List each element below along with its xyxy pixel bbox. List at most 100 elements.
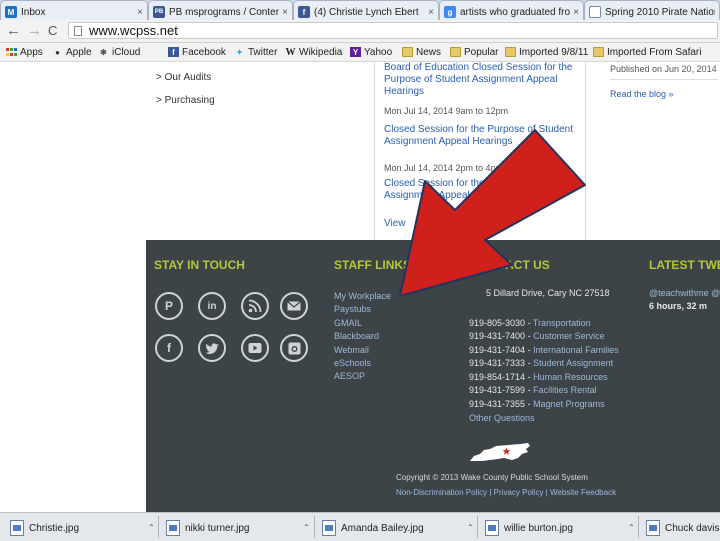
twitter-icon[interactable]: [198, 334, 226, 362]
close-icon[interactable]: ×: [573, 7, 579, 18]
staff-link-aesop[interactable]: AESOP: [334, 371, 365, 381]
chevron-up-icon[interactable]: ⌃: [628, 523, 635, 532]
bookmark-wikipedia[interactable]: W Wikipedia: [285, 45, 343, 59]
download-filename: Christie.jpg: [29, 522, 80, 534]
staff-link-eschools[interactable]: eSchools: [334, 358, 371, 368]
image-file-icon: [485, 520, 499, 536]
read-blog-link[interactable]: Read the blog »: [610, 89, 674, 99]
apps-icon: [6, 47, 17, 57]
department-link[interactable]: Facilities Rental: [533, 385, 597, 395]
bookmark-label: Facebook: [182, 46, 226, 58]
staff-links-heading: STAFF LINKS: [334, 258, 412, 272]
download-item[interactable]: Amanda Bailey.jpg: [322, 517, 424, 539]
forward-button[interactable]: →: [27, 22, 42, 40]
phone-magnet-programs: 919-431-7355 - Magnet Programs: [469, 399, 605, 409]
bookmark-folder-imported-safari[interactable]: Imported From Safari: [593, 45, 701, 59]
bookmark-twitter[interactable]: ✦ Twitter: [234, 45, 277, 59]
chevron-up-icon[interactable]: ⌃: [148, 523, 155, 532]
tab-inbox[interactable]: M Inbox ×: [0, 0, 148, 20]
bookmark-label: News: [416, 46, 442, 58]
events-list: Board of Education Closed Session for th…: [374, 62, 586, 240]
download-item[interactable]: Chuck davis.jpg: [646, 517, 720, 539]
pb-icon: PB: [153, 6, 165, 18]
bookmark-apple[interactable]: ● Apple: [52, 45, 92, 59]
bookmark-label: Imported From Safari: [607, 46, 702, 58]
linkedin-icon[interactable]: in: [198, 292, 226, 320]
other-questions-link[interactable]: Other Questions: [469, 413, 535, 423]
pinterest-icon[interactable]: P: [155, 292, 183, 320]
event-title[interactable]: Closed Session for the Purpose of Studen…: [384, 124, 579, 148]
view-more-link[interactable]: View: [384, 218, 414, 230]
staff-link-paystubs[interactable]: Paystubs: [334, 304, 371, 314]
address-bar[interactable]: www.wcpss.net: [68, 22, 718, 39]
staff-link-webmail[interactable]: Webmail: [334, 345, 369, 355]
phone-facilities-rental: 919-431-7599 - Facilities Rental: [469, 385, 597, 395]
close-icon[interactable]: ×: [137, 7, 143, 18]
bookmark-folder-news[interactable]: News: [402, 45, 441, 59]
back-button[interactable]: ←: [6, 22, 21, 40]
bookmark-apps[interactable]: Apps: [6, 45, 43, 59]
facebook-icon: f: [168, 47, 179, 57]
staff-link-my-workplace[interactable]: My Workplace: [334, 291, 391, 301]
staff-link-blackboard[interactable]: Blackboard: [334, 331, 379, 341]
facebook-icon[interactable]: f: [155, 334, 183, 362]
phone-student-assignment: 919-431-7333 - Student Assignment: [469, 358, 614, 368]
department-link[interactable]: International Families: [533, 345, 619, 355]
bookmark-facebook[interactable]: f Facebook: [168, 45, 226, 59]
tweet-time: 6 hours, 32 m: [649, 301, 708, 311]
department-link[interactable]: Human Resources: [533, 372, 608, 382]
department-link[interactable]: Customer Service: [533, 331, 605, 341]
tab-pb-msprograms[interactable]: PB PB msprograms / Content Up ×: [148, 0, 293, 20]
phone-number: 919-431-7404: [469, 345, 526, 355]
browser-toolbar: ← → C www.wcpss.net: [0, 20, 720, 43]
youtube-icon[interactable]: [241, 334, 269, 362]
contact-us-heading: CONTACT US: [472, 258, 550, 272]
event-title[interactable]: Board of Education Closed Session for th…: [384, 62, 579, 98]
nav-link-purchasing[interactable]: > Purchasing: [156, 95, 215, 106]
download-item[interactable]: nikki turner.jpg: [166, 517, 249, 539]
mail-icon: M: [5, 6, 17, 18]
download-item[interactable]: willie burton.jpg: [485, 517, 573, 539]
tab-pirate-nation[interactable]: Spring 2010 Pirate Nation: [584, 0, 720, 20]
tab-facebook[interactable]: f (4) Christie Lynch Ebert ×: [293, 0, 439, 20]
close-icon[interactable]: ×: [282, 7, 288, 18]
nav-link-our-audits[interactable]: > Our Audits: [156, 72, 211, 83]
divider: [610, 79, 718, 80]
image-file-icon: [10, 520, 24, 536]
download-item[interactable]: Christie.jpg: [10, 517, 79, 539]
close-icon[interactable]: ×: [428, 7, 434, 18]
bookmark-label: Wikipedia: [299, 46, 343, 58]
copyright-text: Copyright © 2013 Wake County Public Scho…: [396, 473, 588, 482]
tab-strip: M Inbox × PB PB msprograms / Content Up …: [0, 0, 720, 20]
tab-google-search[interactable]: g artists who graduated from ×: [439, 0, 584, 20]
bookmark-folder-imported-9-8-11[interactable]: Imported 9/8/11: [505, 45, 588, 59]
bookmark-label: iCloud: [112, 46, 141, 58]
bookmark-folder-popular[interactable]: Popular: [450, 45, 498, 59]
divider: [638, 516, 639, 538]
tweet-handle-link[interactable]: @teachwithme @: [649, 288, 720, 298]
rss-icon[interactable]: [241, 292, 269, 320]
instagram-icon[interactable]: [280, 334, 308, 362]
bookmark-icloud[interactable]: ✱ iCloud: [98, 45, 140, 59]
department-link[interactable]: Student Assignment: [533, 358, 613, 368]
department-link[interactable]: Magnet Programs: [533, 399, 605, 409]
image-file-icon: [322, 520, 336, 536]
event-title[interactable]: Closed Session for the Purpose of Studen…: [384, 178, 579, 202]
north-carolina-map-icon: [470, 443, 530, 461]
site-footer: STAY IN TOUCH STAFF LINKS CONTACT US LAT…: [146, 240, 720, 512]
phone-number: 919-431-7400: [469, 331, 526, 341]
department-link[interactable]: Transportation: [533, 318, 591, 328]
downloads-bar: Christie.jpg ⌃ nikki turner.jpg ⌃ Amanda…: [0, 512, 720, 541]
bookmark-yahoo[interactable]: Y Yahoo: [350, 45, 392, 59]
chevron-up-icon[interactable]: ⌃: [467, 523, 474, 532]
email-icon[interactable]: [280, 292, 308, 320]
reload-button[interactable]: C: [48, 22, 57, 40]
address: 5 Dillard Drive, Cary NC 27518: [486, 288, 610, 298]
chevron-up-icon[interactable]: ⌃: [303, 523, 310, 532]
download-filename: Chuck davis.jpg: [665, 522, 720, 534]
staff-link-gmail[interactable]: GMAIL: [334, 318, 362, 328]
bookmark-label: Popular: [464, 46, 499, 58]
footer-policy-links[interactable]: Non-Discrimination Policy | Privacy Poli…: [396, 488, 616, 497]
event-date: Mon Jul 14, 2014 9am to 12pm: [384, 106, 509, 116]
page-gutter: [0, 62, 146, 512]
